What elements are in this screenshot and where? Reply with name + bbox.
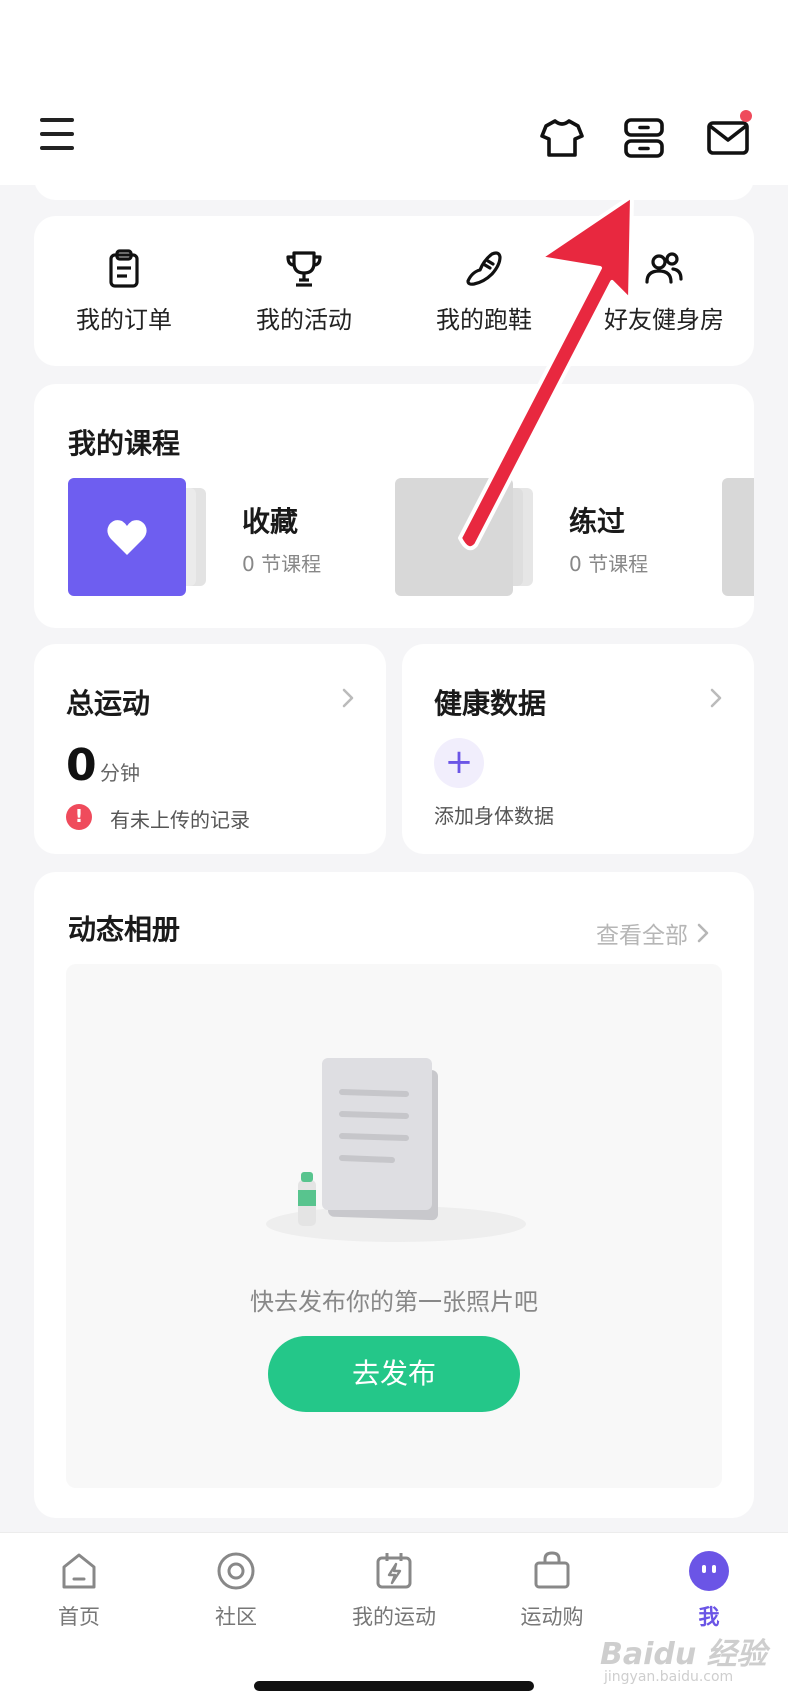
shortcut-label: 好友健身房 xyxy=(604,306,724,334)
shopping-bag-icon xyxy=(534,1551,570,1589)
section-title: 我的课程 xyxy=(68,427,181,460)
shortcut-my-shoes[interactable]: 我的跑鞋 xyxy=(394,216,574,366)
exercise-minutes: 0 xyxy=(66,740,97,791)
bottom-tab-bar: 首页 社区 我的运动 运动购 我 Baidu 经验 jingyan.baidu.… xyxy=(0,1532,788,1706)
tab-home[interactable]: 首页 xyxy=(19,1549,139,1631)
shortcuts-card: 我的订单 我的活动 我的跑鞋 好友健身房 xyxy=(34,216,754,366)
add-body-data-button[interactable]: + xyxy=(434,738,484,788)
tab-community[interactable]: 社区 xyxy=(176,1549,296,1631)
clipboard-icon xyxy=(109,249,139,288)
mail-icon[interactable] xyxy=(704,110,752,162)
tab-shop[interactable]: 运动购 xyxy=(492,1549,612,1631)
photo-album-card: 动态相册 查看全部 快去发布你的第一张照片吧 去发布 xyxy=(34,872,754,1518)
tab-my-sports[interactable]: 我的运动 xyxy=(334,1549,454,1631)
shortcut-label: 我的跑鞋 xyxy=(436,306,532,334)
course-favorites[interactable]: 收藏 0 节课程 xyxy=(68,478,368,596)
section-title: 总运动 xyxy=(66,687,151,720)
warning-text: 有未上传的记录 xyxy=(110,808,250,832)
heart-icon xyxy=(107,520,147,555)
profile-card-edge xyxy=(34,170,754,200)
course-next-peek[interactable] xyxy=(722,478,754,596)
tab-label: 我 xyxy=(698,1605,720,1629)
community-icon xyxy=(217,1552,255,1590)
shortcut-my-activities[interactable]: 我的活动 xyxy=(214,216,394,366)
view-all-label: 查看全部 xyxy=(596,923,688,949)
server-icon[interactable] xyxy=(620,114,668,162)
course-count: 0 节课程 xyxy=(569,552,649,576)
friends-icon xyxy=(645,252,683,284)
hamburger-menu-icon[interactable] xyxy=(40,118,80,158)
view-all-link[interactable]: 查看全部 xyxy=(596,916,714,950)
baidu-watermark: Baidu 经验 xyxy=(600,1637,767,1672)
chevron-right-icon xyxy=(710,688,722,708)
home-indicator xyxy=(254,1681,534,1691)
my-courses-card: 我的课程 收藏 0 节课程 练过 0 节课程 xyxy=(34,384,754,628)
tab-label: 运动购 xyxy=(520,1605,584,1629)
course-name: 练过 xyxy=(569,505,626,538)
shortcut-my-orders[interactable]: 我的订单 xyxy=(34,216,214,366)
calendar-bolt-icon xyxy=(376,1553,412,1589)
next-cover xyxy=(722,478,754,596)
total-exercise-card[interactable]: 总运动 0 分钟 ! 有未上传的记录 xyxy=(34,644,386,854)
tab-label: 社区 xyxy=(215,1605,257,1629)
section-title: 动态相册 xyxy=(68,913,181,946)
baidu-watermark-url: jingyan.baidu.com xyxy=(604,1669,734,1685)
album-empty-state: 快去发布你的第一张照片吧 去发布 xyxy=(66,964,722,1488)
trophy-icon xyxy=(286,251,322,287)
empty-document-illustration xyxy=(266,1058,526,1242)
exercise-unit: 分钟 xyxy=(100,761,140,785)
shoe-icon xyxy=(466,251,502,286)
course-name: 收藏 xyxy=(242,505,299,538)
tab-label: 我的运动 xyxy=(352,1605,436,1629)
tab-me[interactable]: 我 xyxy=(649,1549,769,1631)
shortcut-friends-gym[interactable]: 好友健身房 xyxy=(574,216,754,366)
practiced-cover xyxy=(395,478,513,596)
notification-badge xyxy=(740,110,752,122)
profile-face-icon xyxy=(689,1551,729,1591)
section-title: 健康数据 xyxy=(434,687,547,720)
publish-button[interactable]: 去发布 xyxy=(268,1336,520,1412)
alert-icon: ! xyxy=(66,804,92,830)
shirt-icon[interactable] xyxy=(538,114,586,162)
tab-label: 首页 xyxy=(58,1605,100,1629)
favorites-cover xyxy=(68,478,186,596)
top-bar xyxy=(0,0,788,185)
shortcut-label: 我的活动 xyxy=(256,306,352,334)
health-data-card[interactable]: 健康数据 + 添加身体数据 xyxy=(402,644,754,854)
shortcut-label: 我的订单 xyxy=(76,306,172,334)
empty-message: 快去发布你的第一张照片吧 xyxy=(250,1288,538,1316)
home-icon xyxy=(62,1553,96,1589)
add-body-data-label: 添加身体数据 xyxy=(434,804,554,828)
course-count: 0 节课程 xyxy=(242,552,322,576)
chevron-right-icon xyxy=(342,688,354,708)
course-practiced[interactable]: 练过 0 节课程 xyxy=(395,478,695,596)
chevron-right-icon xyxy=(697,923,709,943)
